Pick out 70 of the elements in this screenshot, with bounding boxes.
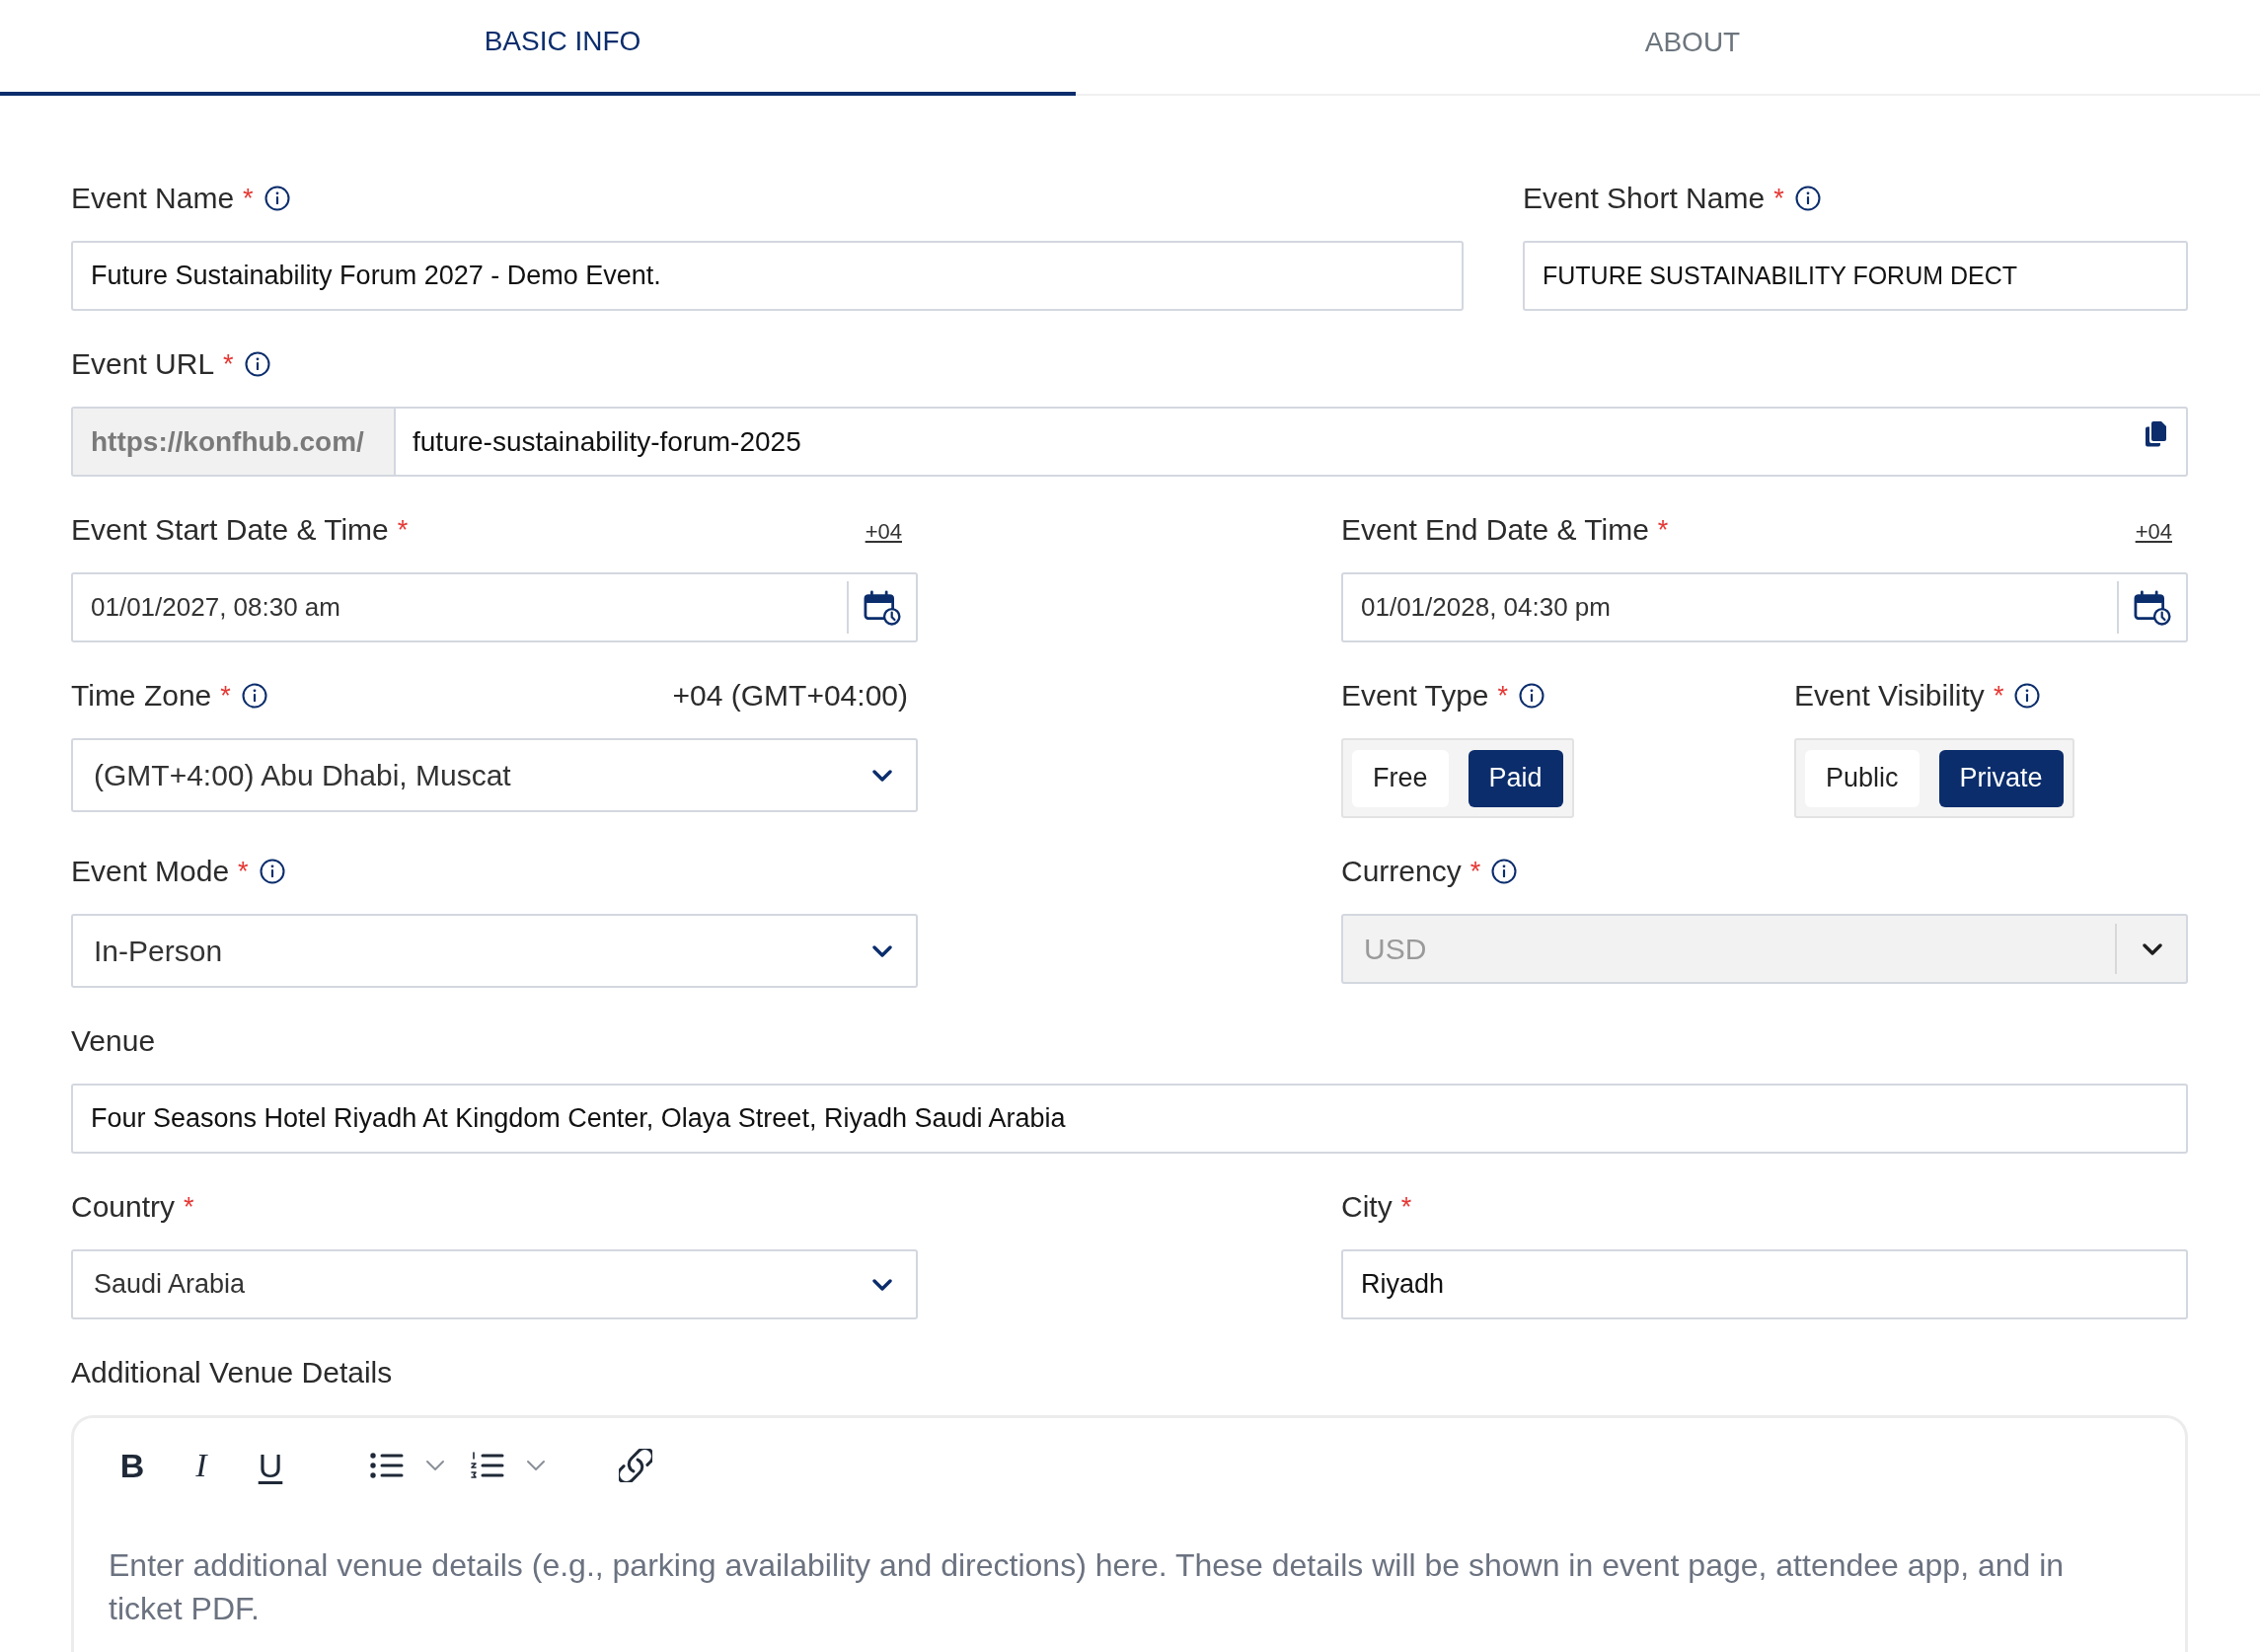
text-input[interactable]: Riyadh bbox=[1341, 1249, 2188, 1319]
text-input[interactable]: Future Sustainability Forum 2027 - Demo Event. bbox=[71, 241, 1464, 311]
url-input[interactable]: https://konfhub.com/ future-sustainability-forum-2025 bbox=[71, 407, 2188, 477]
numbered-list-icon bbox=[471, 1452, 504, 1479]
info-icon[interactable] bbox=[264, 186, 290, 211]
required-mark: * bbox=[243, 183, 254, 214]
text-input[interactable]: FUTURE SUSTAINABILITY FORUM DECT bbox=[1523, 241, 2188, 311]
dropdown[interactable]: Saudi Arabia bbox=[71, 1249, 918, 1319]
calendar-clock-icon[interactable] bbox=[864, 589, 901, 626]
required-mark: * bbox=[1497, 680, 1509, 712]
chevron-down-icon bbox=[872, 944, 892, 957]
field-label: Event Name bbox=[71, 182, 235, 215]
field-label: Currency bbox=[1341, 855, 1462, 888]
toggle-option[interactable]: Public bbox=[1805, 749, 1920, 807]
field-label: Country bbox=[71, 1190, 176, 1224]
required-mark: * bbox=[1657, 514, 1669, 546]
underline-button[interactable]: U bbox=[249, 1444, 292, 1487]
timezone-link[interactable]: +04 bbox=[2135, 515, 2172, 545]
toggle-option[interactable]: Free bbox=[1352, 749, 1449, 807]
chevron-down-icon bbox=[2143, 942, 2162, 955]
info-icon[interactable] bbox=[241, 683, 267, 709]
required-mark: * bbox=[1400, 1191, 1412, 1223]
field-label: Event Mode bbox=[71, 855, 230, 888]
info-icon[interactable] bbox=[2014, 683, 2041, 709]
chevron-down-icon bbox=[526, 1460, 546, 1471]
field-label: Event URL bbox=[71, 347, 215, 381]
required-mark: * bbox=[1773, 183, 1784, 214]
date-time-input[interactable]: 01/01/2028, 04:30 pm bbox=[1341, 572, 2188, 642]
field-label: Event Visibility bbox=[1794, 679, 1985, 713]
required-mark: * bbox=[1469, 856, 1481, 887]
required-mark: * bbox=[1993, 680, 2004, 712]
text-input[interactable]: Four Seasons Hotel Riyadh At Kingdom Center, Olaya Street, Riyadh Saudi Arabia bbox=[71, 1084, 2188, 1154]
field-label: Venue bbox=[71, 1024, 156, 1058]
toggle-option[interactable]: Paid bbox=[1468, 749, 1563, 807]
field-label: City bbox=[1341, 1190, 1393, 1224]
required-mark: * bbox=[184, 1191, 194, 1223]
bold-button[interactable]: B bbox=[111, 1444, 154, 1487]
info-icon[interactable] bbox=[259, 859, 285, 884]
rich-text-editor[interactable]: B I U Enter additional venue details (e.g., parking availability and directions) here. These details will be shown in event page, attendee app, and in ticket PDF. bbox=[71, 1415, 2188, 1652]
field-label: Event End Date & Time bbox=[1341, 513, 1649, 547]
chevron-down-icon bbox=[425, 1460, 445, 1471]
required-mark: * bbox=[238, 856, 249, 887]
placeholder-text: Enter additional venue details (e.g., parking availability and directions) here. These details will be shown in event page, attendee app, and in ticket PDF. bbox=[108, 1546, 2066, 1628]
dropdown[interactable]: In-Person bbox=[71, 914, 918, 988]
field-label: Event Type bbox=[1341, 679, 1489, 713]
italic-button[interactable]: I bbox=[180, 1444, 223, 1487]
url-prefix: https://konfhub.com/ bbox=[73, 409, 396, 475]
info-icon[interactable] bbox=[1794, 186, 1821, 211]
field-label: Event Short Name bbox=[1523, 182, 1766, 215]
bullet-list-icon bbox=[370, 1452, 404, 1479]
required-mark: * bbox=[220, 680, 231, 712]
required-mark: * bbox=[223, 348, 234, 380]
field-label: Time Zone bbox=[71, 679, 212, 713]
required-mark: * bbox=[397, 514, 409, 546]
copy-icon[interactable] bbox=[2145, 421, 2166, 447]
chevron-down-icon bbox=[872, 769, 892, 782]
info-icon[interactable] bbox=[244, 351, 270, 377]
field-label: Event Start Date & Time bbox=[71, 513, 389, 547]
link-icon bbox=[619, 1449, 652, 1482]
info-icon[interactable] bbox=[1519, 683, 1545, 709]
field-label: Additional Venue Details bbox=[71, 1356, 393, 1389]
chevron-down-icon bbox=[872, 1278, 892, 1291]
dropdown[interactable]: (GMT+4:00) Abu Dhabi, Muscat bbox=[71, 738, 918, 812]
tab[interactable]: BASIC INFO bbox=[0, 0, 1076, 96]
toggle-option[interactable]: Private bbox=[1938, 749, 2064, 807]
date-time-input[interactable]: 01/01/2027, 08:30 am bbox=[71, 572, 918, 642]
timezone-link[interactable]: +04 bbox=[865, 515, 902, 545]
tab[interactable]: ABOUT bbox=[1076, 0, 2260, 96]
calendar-clock-icon[interactable] bbox=[2134, 589, 2171, 626]
offset-label: +04 (GMT+04:00) bbox=[672, 679, 908, 713]
